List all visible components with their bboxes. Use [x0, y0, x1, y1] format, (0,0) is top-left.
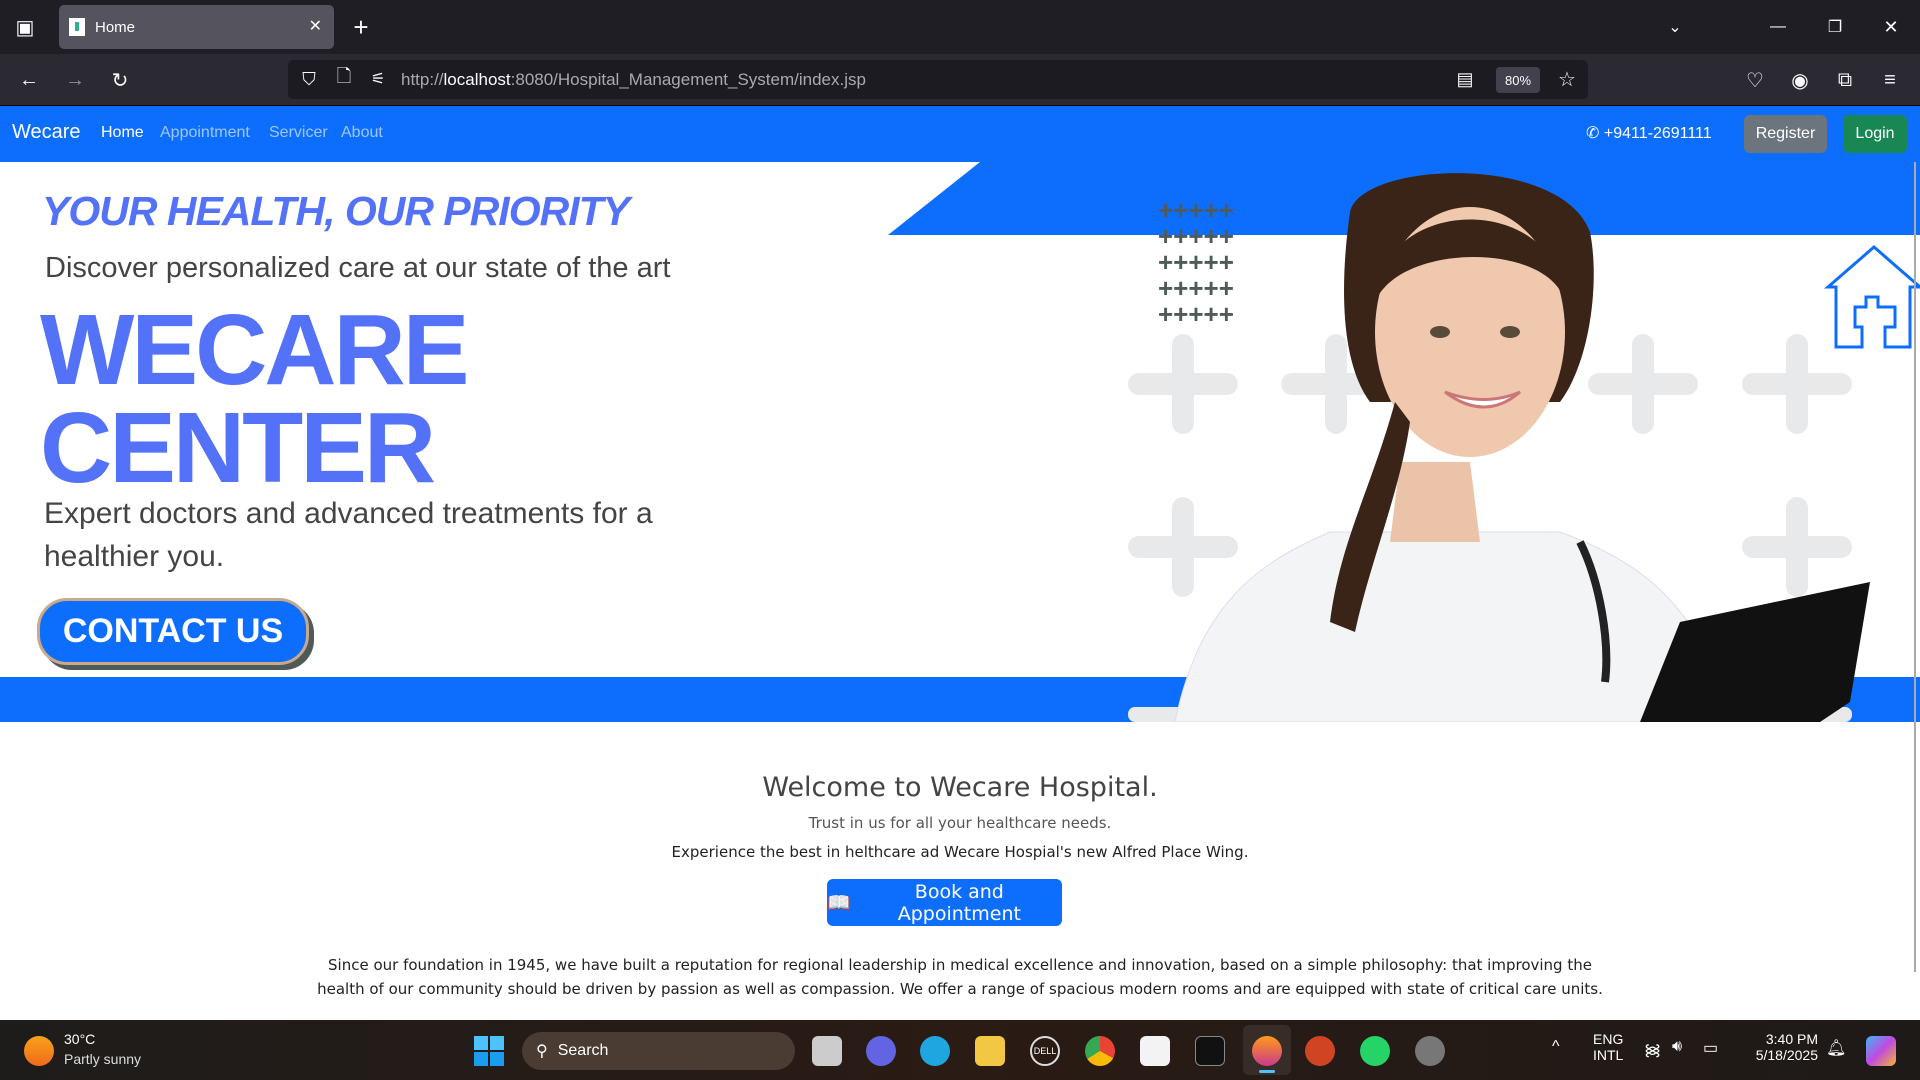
edge-icon[interactable] — [920, 1036, 950, 1066]
tab-strip: ▣ Home ✕ + ⌄ — ❐ ✕ — [0, 0, 1920, 54]
weather-temp[interactable]: 30°C — [64, 1031, 95, 1047]
meet-icon[interactable] — [866, 1036, 896, 1066]
phone-contact[interactable]: ✆ +9411-2691111 — [1586, 123, 1712, 143]
hero-subtitle: Discover personalized care at our state … — [45, 252, 671, 284]
gear-app-icon[interactable] — [1415, 1036, 1445, 1066]
battery-icon[interactable]: ▭ — [1703, 1038, 1718, 1058]
phone-icon: ✆ — [1586, 125, 1604, 142]
firefox-taskbar-button[interactable] — [1243, 1025, 1291, 1075]
login-button[interactable]: Login — [1843, 115, 1907, 153]
nav-servicer[interactable]: Servicer — [269, 124, 328, 142]
extensions-icon[interactable]: ⧉ — [1830, 65, 1860, 95]
language-indicator[interactable]: ENG INTL — [1593, 1031, 1623, 1063]
search-label: Search — [557, 1042, 609, 1059]
hero-tagline: YOUR HEALTH, OUR PRIORITY — [42, 188, 630, 234]
wifi-icon[interactable]: ᯼ — [1644, 1038, 1661, 1060]
scrollbar[interactable] — [1914, 162, 1916, 972]
copilot-icon[interactable] — [1866, 1036, 1896, 1066]
brand-logo[interactable]: Wecare — [12, 121, 81, 144]
active-indicator — [1259, 1070, 1275, 1073]
welcome-section: Welcome to Wecare Hospital. Trust in us … — [0, 722, 1920, 1020]
pocket-icon[interactable]: ♡ — [1740, 65, 1770, 95]
book-appointment-button[interactable]: 📖 Book and Appointment — [827, 879, 1062, 926]
book-appointment-label: Book and Appointment — [897, 880, 1021, 925]
register-button[interactable]: Register — [1744, 115, 1827, 153]
close-tab-icon[interactable]: ✕ — [309, 16, 322, 36]
volume-icon[interactable]: 🔊︎ — [1672, 1038, 1682, 1056]
doctor-photo — [1174, 173, 1870, 722]
firefox-icon — [1252, 1036, 1282, 1066]
show-hidden-icons-chevron-icon[interactable]: ^ — [1552, 1038, 1560, 1056]
dell-icon[interactable]: DELL — [1030, 1036, 1060, 1066]
contact-us-button[interactable]: CONTACT US — [37, 598, 309, 665]
url-text[interactable]: http://localhost:8080/Hospital_Managemen… — [401, 70, 866, 90]
reload-icon[interactable]: ↻ — [105, 65, 135, 95]
hero-description: Expert doctors and advanced treatments f… — [44, 497, 653, 573]
phone-number: +9411-2691111 — [1603, 125, 1712, 142]
dark-plus-pattern: +++++ +++++ +++++ +++++ +++++ — [1158, 195, 1234, 329]
new-tab-icon[interactable]: + — [346, 12, 376, 42]
weather-icon[interactable] — [24, 1036, 54, 1066]
time: 3:40 PM — [1765, 1031, 1818, 1047]
lang-layout: INTL — [1593, 1047, 1624, 1063]
taskbar-search[interactable]: ⚲ Search — [522, 1032, 795, 1070]
address-bar[interactable]: ⛉ 🗋 ⚟ http://localhost:8080/Hospital_Man… — [288, 60, 1588, 99]
close-window-icon[interactable]: ✕ — [1876, 12, 1906, 42]
lang-code: ENG — [1593, 1031, 1624, 1047]
search-icon: ⚲ — [536, 1043, 548, 1060]
file-explorer-icon[interactable] — [975, 1036, 1005, 1066]
tab-title: Home — [95, 18, 136, 36]
hero-title-line2: CENTER — [40, 392, 436, 504]
about-paragraph: Since our foundation in 1945, we have bu… — [317, 956, 1603, 998]
welcome-lead: Trust in us for all your healthcare need… — [808, 814, 1112, 832]
windows-start-icon[interactable] — [474, 1036, 504, 1066]
zoom-level[interactable]: 80% — [1496, 67, 1540, 93]
chrome-icon[interactable] — [1085, 1036, 1115, 1066]
welcome-heading: Welcome to Wecare Hospital. — [762, 772, 1158, 803]
minimize-icon[interactable]: — — [1763, 12, 1793, 42]
restore-icon[interactable]: ❐ — [1820, 12, 1850, 42]
clock[interactable]: 3:40 PM 5/18/2025 — [1740, 1031, 1818, 1063]
nav-home[interactable]: Home — [101, 124, 144, 142]
terminal-icon[interactable] — [1195, 1036, 1225, 1066]
date: 5/18/2025 — [1755, 1047, 1818, 1063]
powerpoint-icon[interactable] — [1305, 1036, 1335, 1066]
hero-section: +++++ +++++ +++++ +++++ +++++ YOUR HEALTH, O… — [0, 162, 1920, 722]
welcome-line: Experience the best in helthcare ad Weca… — [671, 843, 1249, 861]
browser-toolbar: ← → ↻ ⛉ 🗋 ⚟ http://localhost:8080/Hospit… — [0, 54, 1920, 106]
menu-icon[interactable]: ≡ — [1875, 65, 1905, 95]
whatsapp-icon[interactable] — [1360, 1036, 1390, 1066]
hero-title-line1: WECARE — [40, 294, 469, 406]
favicon-icon — [69, 18, 85, 36]
shield-icon[interactable]: ⛉ — [296, 66, 322, 92]
back-icon[interactable]: ← — [14, 65, 44, 95]
site-navbar: Wecare Home Appointment Servicer About ✆… — [0, 106, 1920, 162]
forward-icon[interactable]: → — [60, 65, 90, 95]
nav-appointment[interactable]: Appointment — [160, 124, 250, 142]
book-icon: 📖 — [827, 892, 851, 914]
permissions-icon[interactable]: ⚟ — [365, 66, 391, 92]
bookmark-star-icon[interactable]: ☆ — [1554, 66, 1580, 92]
chevron-down-icon[interactable]: ⌄ — [1660, 12, 1690, 42]
taskbar: 30°C Partly sunny ⚲ Search DELL ^ ENG INTL… — [0, 1020, 1920, 1080]
reader-view-icon[interactable]: ▤ — [1452, 66, 1478, 92]
tab-list-icon[interactable]: ▣ — [10, 12, 40, 42]
task-view-icon[interactable] — [812, 1036, 842, 1066]
notification-bell-icon[interactable]: 🔔︎ — [1826, 1038, 1846, 1058]
account-icon[interactable]: ◉ — [1785, 65, 1815, 95]
tab-home[interactable]: Home ✕ — [59, 5, 334, 49]
house-icon — [1823, 245, 1920, 349]
nav-about[interactable]: About — [341, 124, 383, 142]
store-icon[interactable] — [1140, 1036, 1170, 1066]
page-icon[interactable]: 🗋 — [331, 66, 357, 92]
weather-desc[interactable]: Partly sunny — [64, 1051, 141, 1067]
